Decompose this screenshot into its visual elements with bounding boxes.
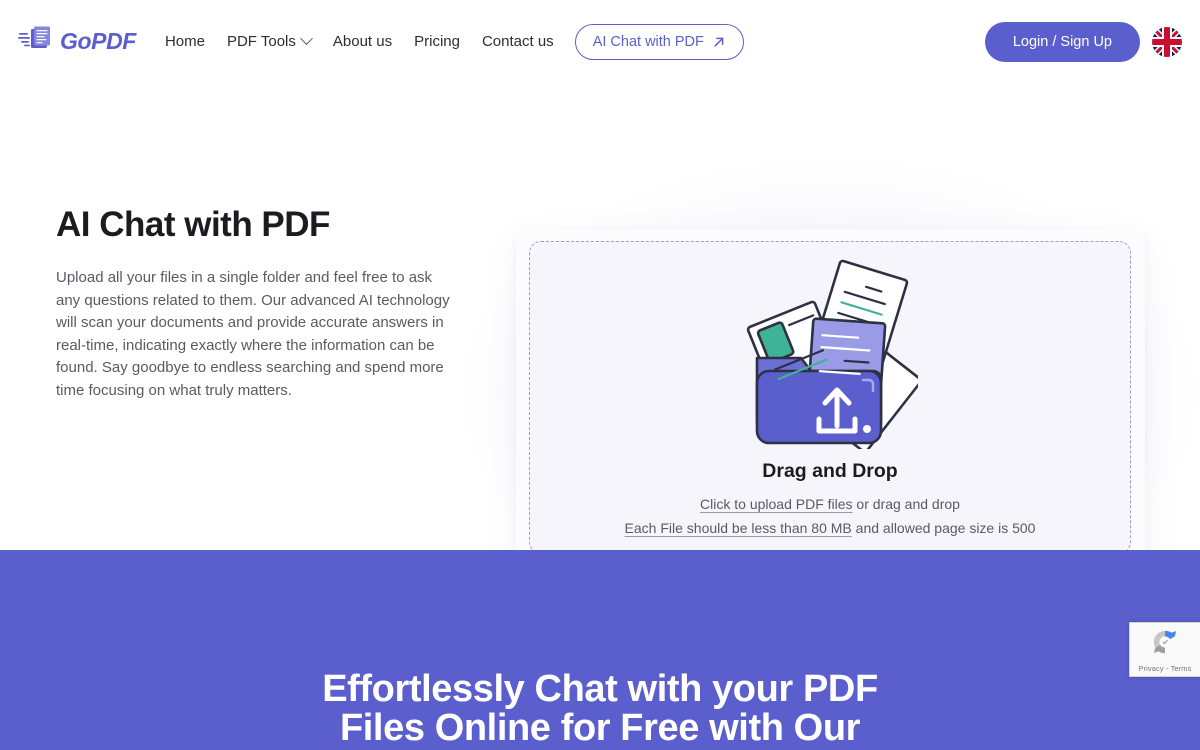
promo-heading-line1: Effortlessly Chat with your PDF [322, 668, 878, 710]
dropzone-limit-hint: Each File should be less than 80 MB and … [625, 520, 1036, 536]
nav-item-home[interactable]: Home [154, 27, 216, 56]
pdf-document-speed-icon [18, 26, 56, 57]
nav-item-contact-us[interactable]: Contact us [471, 27, 565, 56]
upload-hint-suffix: or drag and drop [852, 496, 960, 512]
brand-name: GoPDF [60, 28, 136, 54]
nav-item-label: Home [164, 33, 205, 50]
upload-card: Drag and Drop Click to upload PDF files … [516, 229, 1145, 577]
brand-logo[interactable]: GoPDF [18, 26, 136, 57]
dropzone-title: Drag and Drop [762, 460, 898, 482]
nav-cta-ai-chat-with-pdf[interactable]: AI Chat with PDF [574, 23, 744, 60]
nav-cta-label: AI Chat with PDF [592, 33, 704, 50]
hero-description: Upload all your files in a single folder… [56, 269, 450, 399]
login-signup-button[interactable]: Login / Sign Up [984, 21, 1140, 62]
promo-heading: Effortlessly Chat with your PDF Files On… [0, 670, 1200, 748]
header-actions: Login / Sign Up [984, 21, 1182, 62]
main-navigation: Home PDF Tools About us Pricing Contact … [154, 23, 744, 60]
nav-item-pdf-tools[interactable]: PDF Tools [216, 27, 322, 56]
file-dropzone[interactable]: Drag and Drop Click to upload PDF files … [529, 241, 1131, 554]
promo-heading-line2: Files Online for Free with Our [339, 707, 861, 749]
nav-item-about-us[interactable]: About us [322, 27, 403, 56]
file-size-limit-text: Each File should be less than 80 MB [624, 520, 852, 536]
recaptcha-badge[interactable]: Privacy - Terms [1129, 622, 1200, 677]
nav-item-label: PDF Tools [226, 33, 296, 50]
hero-copy: AI Chat with PDF Upload all your files i… [56, 205, 456, 402]
uk-flag-icon[interactable] [1152, 26, 1182, 57]
promo-section: Effortlessly Chat with your PDF Files On… [0, 550, 1200, 750]
nav-item-label: Pricing [414, 33, 460, 50]
nav-item-pricing[interactable]: Pricing [403, 27, 471, 56]
arrow-up-right-icon [712, 35, 726, 49]
recaptcha-legal-text[interactable]: Privacy - Terms [1138, 664, 1191, 673]
chevron-down-icon [300, 32, 313, 46]
site-header: GoPDF Home PDF Tools About us Pricing Co… [0, 0, 1200, 83]
page-title: AI Chat with PDF [56, 205, 330, 244]
folder-upload-documents-illustration [743, 254, 922, 454]
hero-section: AI Chat with PDF Upload all your files i… [0, 83, 1200, 577]
page-root: GoPDF Home PDF Tools About us Pricing Co… [0, 0, 1200, 750]
nav-item-label: About us [332, 33, 393, 50]
dropzone-upload-hint: Click to upload PDF files or drag and dr… [700, 496, 960, 512]
page-size-limit-text: and allowed page size is 500 [851, 520, 1036, 536]
nav-item-label: Contact us [481, 33, 554, 50]
upload-files-link[interactable]: Click to upload PDF files [700, 496, 853, 512]
recaptcha-logo-icon [1149, 626, 1181, 663]
